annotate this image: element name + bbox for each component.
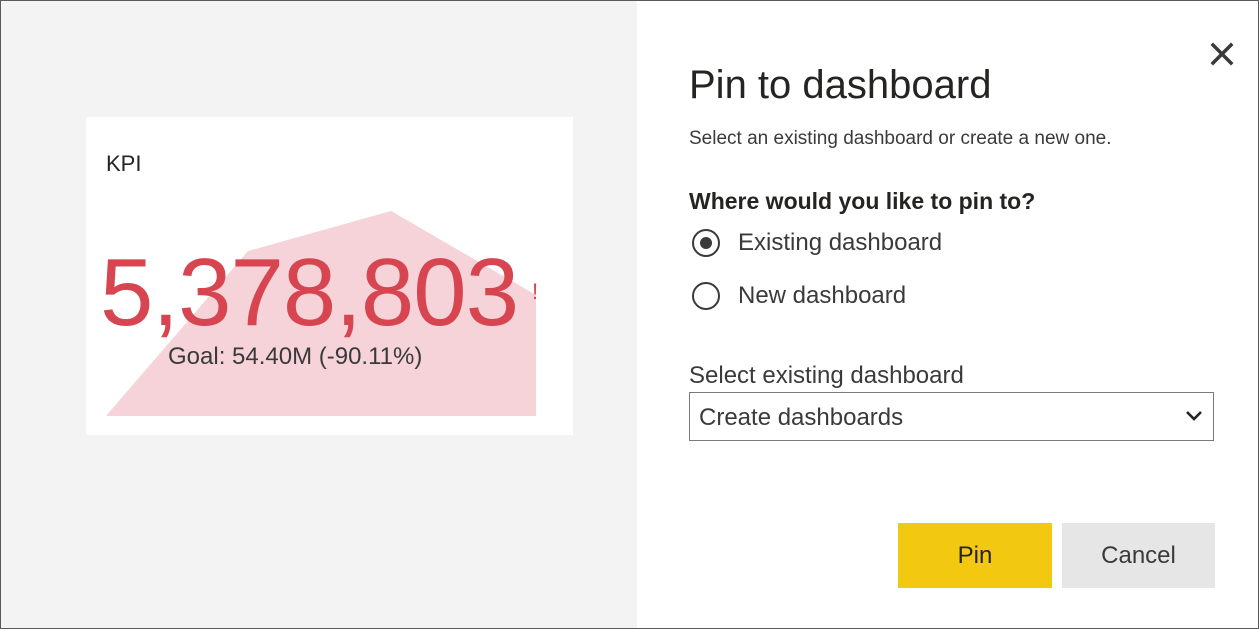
kpi-card: KPI 5,378,803 ! Goal: 54.40M (-90.11%): [86, 117, 573, 435]
dashboard-select-value[interactable]: Create dashboards: [699, 404, 903, 432]
kpi-value: 5,378,803: [100, 239, 519, 346]
chevron-down-icon[interactable]: [1185, 409, 1203, 423]
visual-preview-pane: KPI 5,378,803 ! Goal: 54.40M (-90.11%): [1, 1, 637, 628]
new-dashboard-label[interactable]: New dashboard: [738, 282, 906, 310]
new-dashboard-radio[interactable]: New dashboard: [692, 280, 906, 312]
dialog-subtitle: Select an existing dashboard or create a…: [689, 128, 1112, 149]
pin-to-dashboard-dialog: KPI 5,378,803 ! Goal: 54.40M (-90.11%) P…: [0, 0, 1259, 629]
kpi-status-indicator: !: [532, 279, 539, 304]
dashboard-select[interactable]: Create dashboards: [689, 392, 1214, 441]
close-icon: [1210, 42, 1234, 66]
pin-button[interactable]: Pin: [898, 523, 1052, 588]
close-button[interactable]: [1207, 39, 1237, 69]
cancel-button[interactable]: Cancel: [1062, 523, 1215, 588]
radio-unselected-icon[interactable]: [692, 282, 720, 310]
kpi-goal-text: Goal: 54.40M (-90.11%): [168, 343, 423, 370]
existing-dashboard-label[interactable]: Existing dashboard: [738, 229, 942, 257]
dialog-title: Pin to dashboard: [689, 63, 992, 107]
radio-selected-icon[interactable]: [692, 229, 720, 257]
select-dashboard-label: Select existing dashboard: [689, 362, 964, 389]
radio-dot: [700, 237, 712, 249]
pin-target-question: Where would you like to pin to?: [689, 188, 1036, 214]
kpi-card-title: KPI: [106, 151, 142, 176]
existing-dashboard-radio[interactable]: Existing dashboard: [692, 227, 942, 259]
